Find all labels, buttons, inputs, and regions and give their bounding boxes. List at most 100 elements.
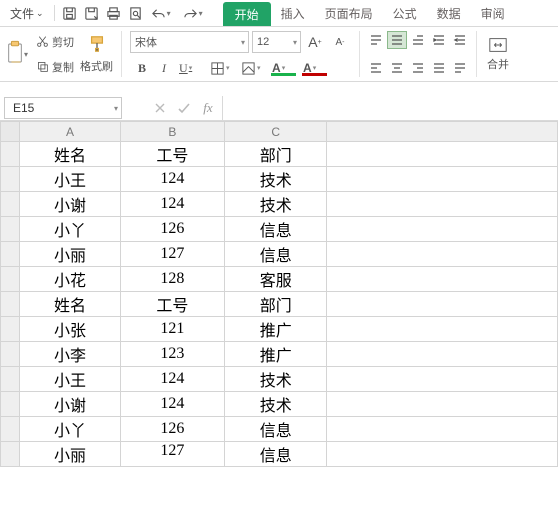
align-center-button[interactable] — [387, 59, 407, 77]
cell[interactable]: 小丽 — [20, 442, 120, 467]
column-header-B[interactable]: B — [120, 122, 224, 142]
bold-button[interactable]: B — [132, 59, 152, 77]
tab-data[interactable]: 数据 — [427, 0, 471, 26]
column-header-blank[interactable] — [327, 122, 558, 142]
formula-accept-icon[interactable] — [174, 99, 194, 117]
cell[interactable]: 127 — [120, 442, 224, 467]
cell[interactable]: 推广 — [225, 317, 327, 342]
cell[interactable] — [327, 417, 558, 442]
cell[interactable]: 小王 — [20, 167, 120, 192]
font-color-button[interactable]: A ▾ — [300, 59, 329, 77]
cell[interactable] — [327, 442, 558, 467]
cell[interactable]: 姓名 — [20, 142, 120, 167]
cell[interactable]: 部门 — [225, 292, 327, 317]
cell[interactable]: 126 — [120, 417, 224, 442]
save-icon[interactable] — [59, 2, 81, 24]
vertical-align-top-button[interactable] — [366, 31, 386, 49]
column-header-C[interactable]: C — [225, 122, 327, 142]
fx-icon[interactable]: fx — [198, 99, 218, 117]
spreadsheet-grid[interactable]: A B C 姓名工号部门 小王124技术 小谢124技术 小丫126信息 小丽1… — [0, 121, 558, 512]
cell[interactable]: 信息 — [225, 217, 327, 242]
cell-style-button[interactable]: ▾ — [238, 59, 267, 77]
format-painter-button[interactable]: 格式刷 — [78, 27, 115, 81]
cell[interactable] — [327, 242, 558, 267]
cell[interactable]: 小谢 — [20, 392, 120, 417]
cell[interactable]: 128 — [120, 267, 224, 292]
indent-decrease-button[interactable] — [429, 31, 449, 49]
orientation-button[interactable] — [450, 59, 470, 77]
print-preview-icon[interactable] — [125, 2, 147, 24]
font-size-select[interactable]: 12 ▾ — [252, 31, 301, 53]
cell[interactable] — [327, 267, 558, 292]
cell[interactable]: 小李 — [20, 342, 120, 367]
row-header[interactable] — [1, 342, 20, 367]
cell[interactable]: 小丽 — [20, 242, 120, 267]
row-header[interactable] — [1, 142, 20, 167]
cell[interactable]: 小花 — [20, 267, 120, 292]
cell[interactable]: 信息 — [225, 442, 327, 467]
row-header[interactable] — [1, 242, 20, 267]
row-header[interactable] — [1, 217, 20, 242]
cell[interactable]: 121 — [120, 317, 224, 342]
cell[interactable]: 姓名 — [20, 292, 120, 317]
cell[interactable]: 推广 — [225, 342, 327, 367]
cell[interactable]: 部门 — [225, 142, 327, 167]
indent-increase-button[interactable] — [450, 31, 470, 49]
cell[interactable]: 124 — [120, 167, 224, 192]
name-box[interactable]: E15 ▾ — [4, 97, 122, 119]
font-name-select[interactable]: 宋体 ▾ — [130, 31, 249, 53]
cell[interactable] — [327, 167, 558, 192]
align-left-button[interactable] — [366, 59, 386, 77]
cell[interactable] — [327, 292, 558, 317]
cell[interactable]: 124 — [120, 192, 224, 217]
column-header-A[interactable]: A — [20, 122, 120, 142]
cell[interactable]: 客服 — [225, 267, 327, 292]
tab-insert[interactable]: 插入 — [271, 0, 315, 26]
copy-button[interactable]: 复制 — [32, 57, 78, 77]
cell[interactable]: 小丫 — [20, 417, 120, 442]
cell[interactable]: 126 — [120, 217, 224, 242]
undo-button[interactable]: ▾ — [147, 2, 179, 24]
tab-start[interactable]: 开始 — [223, 2, 271, 26]
cell[interactable]: 小谢 — [20, 192, 120, 217]
cell[interactable]: 小丫 — [20, 217, 120, 242]
increase-font-size-button[interactable]: A+ — [304, 31, 326, 53]
row-header[interactable] — [1, 417, 20, 442]
borders-button[interactable]: ▾ — [207, 59, 236, 77]
vertical-align-bottom-button[interactable] — [408, 31, 428, 49]
cell[interactable] — [327, 392, 558, 417]
align-justify-button[interactable] — [429, 59, 449, 77]
cell[interactable]: 123 — [120, 342, 224, 367]
cell[interactable]: 工号 — [120, 292, 224, 317]
cell[interactable]: 124 — [120, 367, 224, 392]
select-all-corner[interactable] — [1, 122, 20, 142]
align-right-button[interactable] — [408, 59, 428, 77]
row-header[interactable] — [1, 367, 20, 392]
cell[interactable] — [327, 142, 558, 167]
tab-formulas[interactable]: 公式 — [383, 0, 427, 26]
cut-button[interactable]: 剪切 — [32, 32, 78, 52]
vertical-align-middle-button[interactable] — [387, 31, 407, 49]
row-header[interactable] — [1, 442, 20, 467]
cell[interactable]: 小王 — [20, 367, 120, 392]
row-header[interactable] — [1, 192, 20, 217]
row-header[interactable] — [1, 292, 20, 317]
decrease-font-size-button[interactable]: A- — [329, 31, 351, 53]
formula-cancel-icon[interactable] — [150, 99, 170, 117]
merge-cells-button[interactable]: 合并 — [483, 27, 513, 81]
cell[interactable] — [327, 217, 558, 242]
cell[interactable]: 127 — [120, 242, 224, 267]
paste-button[interactable]: ▾ — [2, 27, 32, 81]
cell[interactable]: 技术 — [225, 392, 327, 417]
tab-review[interactable]: 审阅 — [471, 0, 515, 26]
underline-button[interactable]: U▾ — [176, 59, 205, 77]
formula-input[interactable] — [222, 96, 558, 120]
cell[interactable]: 124 — [120, 392, 224, 417]
cell[interactable]: 小张 — [20, 317, 120, 342]
print-icon[interactable] — [103, 2, 125, 24]
row-header[interactable] — [1, 267, 20, 292]
cell[interactable]: 技术 — [225, 192, 327, 217]
cell[interactable] — [327, 317, 558, 342]
row-header[interactable] — [1, 317, 20, 342]
save-as-icon[interactable] — [81, 2, 103, 24]
